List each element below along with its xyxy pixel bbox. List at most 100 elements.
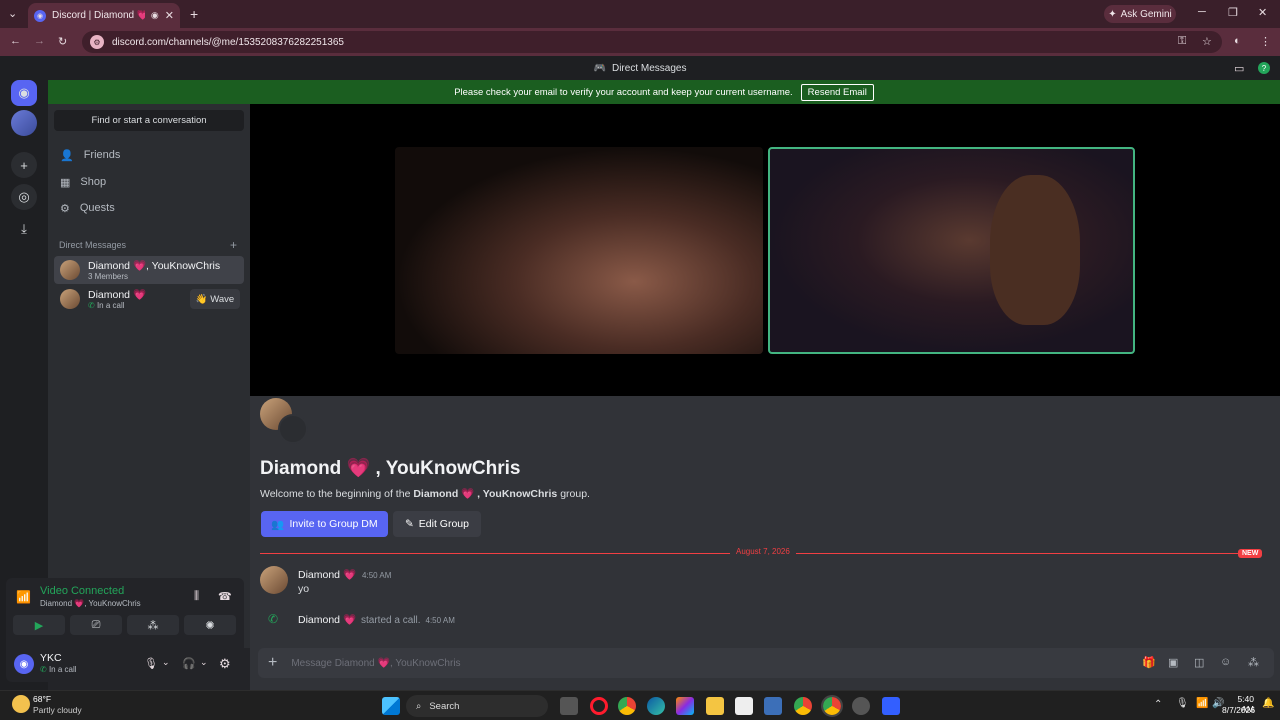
emoji-icon[interactable]: ☺	[1220, 656, 1231, 668]
noise-suppression-icon[interactable]: ⫼	[194, 590, 199, 603]
gif-icon[interactable]: ▣	[1168, 656, 1178, 669]
tab-search-chevron-icon[interactable]: ⌄	[8, 7, 17, 20]
video-tile-diamond[interactable]	[395, 147, 763, 354]
voice-channel[interactable]: Diamond 💗, YouKnowChris	[40, 599, 141, 608]
group-avatar	[60, 260, 80, 280]
microphone-icon[interactable]: 🎙	[144, 657, 158, 670]
gift-icon[interactable]: 🎁	[1142, 656, 1156, 669]
voice-status[interactable]: Video Connected	[40, 585, 124, 597]
message-header: Diamond 💗 4:50 AM	[298, 568, 391, 581]
address-bar[interactable]: ⚙ discord.com/channels/@me/1535208376282…	[82, 31, 1222, 53]
camera-button[interactable]: ▶	[13, 615, 65, 635]
weather-icon[interactable]	[12, 695, 30, 713]
password-key-icon[interactable]: ⚿	[1178, 35, 1186, 48]
dm-item-diamond[interactable]: Diamond 💗 ✆ In a call 👋 Wave	[54, 285, 244, 313]
minimize-icon[interactable]: ─	[1198, 6, 1206, 18]
disconnect-icon[interactable]: ☎	[218, 590, 232, 603]
verify-email-banner: Please check your email to verify your a…	[48, 80, 1280, 104]
notification-bell-icon[interactable]: 🔔	[1262, 698, 1274, 709]
screenshare-button[interactable]: ⎚	[70, 615, 122, 635]
copilot-icon[interactable]	[676, 697, 694, 715]
new-tab-icon[interactable]: +	[190, 6, 198, 22]
nav-shop[interactable]: ▦ Shop	[60, 171, 106, 193]
new-badge: NEW	[1238, 549, 1263, 558]
headphones-chevron-down-icon[interactable]: ⌄	[200, 657, 208, 668]
settings-gear-icon[interactable]: ⚙	[219, 656, 231, 672]
tab-title: Discord | Diamond 💗, YouKnowChris	[52, 10, 145, 21]
edit-group-button[interactable]: ✎ Edit Group	[393, 511, 481, 537]
camera-icon: ▶	[34, 619, 44, 632]
server-avatar[interactable]	[11, 110, 37, 136]
store-icon[interactable]	[735, 697, 753, 715]
soundboard-icon: ✺	[205, 619, 215, 632]
photos-icon[interactable]	[764, 697, 782, 715]
resend-email-button[interactable]: Resend Email	[800, 83, 874, 101]
browser-tab[interactable]: ◉ Discord | Diamond 💗, YouKnowChris ◉ ✕	[28, 3, 180, 28]
opera-icon[interactable]	[590, 697, 608, 715]
message-author[interactable]: Diamond 💗	[298, 568, 356, 581]
message-author-avatar[interactable]	[260, 566, 288, 594]
bookmark-star-icon[interactable]: ☆	[1202, 35, 1212, 48]
back-icon[interactable]: ←	[10, 35, 21, 47]
dm-header: Direct Messages	[59, 240, 127, 250]
maximize-icon[interactable]: ❐	[1228, 6, 1238, 19]
chrome-icon[interactable]	[618, 697, 636, 715]
roblox-icon[interactable]	[882, 697, 900, 715]
create-dm-plus-icon[interactable]: +	[230, 238, 237, 252]
mic-chevron-down-icon[interactable]: ⌄	[162, 657, 170, 668]
forward-icon[interactable]: →	[34, 35, 45, 47]
app-icon[interactable]	[852, 697, 870, 715]
wave-button[interactable]: 👋 Wave	[190, 289, 240, 309]
message-input[interactable]: + Message Diamond 💗, YouKnowChris 🎁 ▣ ◫ …	[258, 648, 1274, 678]
reload-icon[interactable]: ↻	[58, 35, 67, 48]
activities-button[interactable]: ⁂	[127, 615, 179, 635]
task-view-icon[interactable]	[560, 697, 578, 715]
user-avatar[interactable]: ◉	[14, 654, 34, 674]
edge-icon[interactable]	[647, 697, 665, 715]
tray-chevron-up-icon[interactable]: ⌃	[1154, 699, 1162, 710]
url-text: discord.com/channels/@me/153520837628225…	[112, 36, 344, 48]
home-discord-icon[interactable]: ◉	[11, 80, 37, 106]
invite-to-group-button[interactable]: 👥 Invite to Group DM	[261, 511, 388, 537]
weather-desc[interactable]: Partly cloudy	[33, 705, 82, 715]
extensions-icon[interactable]: ◐	[1234, 35, 1241, 47]
chrome-profile-icon[interactable]	[794, 697, 812, 715]
inbox-icon[interactable]: ▭	[1234, 62, 1244, 75]
download-icon[interactable]: ⤓	[11, 216, 37, 242]
dm-item-group[interactable]: Diamond 💗, YouKnowChris 3 Members	[54, 256, 244, 284]
participant-video-figure	[990, 175, 1080, 325]
message-text: yo	[298, 583, 310, 595]
add-server-icon[interactable]: +	[11, 152, 37, 178]
help-icon[interactable]: ?	[1258, 62, 1270, 74]
user-name[interactable]: YKC	[40, 652, 62, 664]
attach-plus-icon[interactable]: +	[268, 654, 277, 672]
browser-menu-icon[interactable]: ⋮	[1260, 35, 1271, 48]
windows-taskbar: 68°F Partly cloudy ⌕ Search ⌃ 🎙 📶 🔊 5:40 …	[0, 690, 1280, 720]
nav-friends[interactable]: 👤 Friends	[60, 144, 120, 166]
tray-mic-icon[interactable]: 🎙	[1176, 698, 1189, 709]
site-info-icon[interactable]: ⚙	[90, 35, 104, 49]
wifi-icon[interactable]: 📶	[1196, 698, 1208, 709]
add-person-icon: 👥	[271, 518, 285, 531]
nav-quests[interactable]: ⚙ Quests	[60, 197, 115, 219]
in-call-phone-icon: ✆	[88, 301, 97, 310]
soundboard-button[interactable]: ✺	[184, 615, 236, 635]
window-close-icon[interactable]: ✕	[1258, 6, 1267, 19]
find-conversation-input[interactable]: Find or start a conversation	[54, 110, 244, 131]
headphones-icon[interactable]: 🎧	[182, 657, 196, 670]
diamond-avatar	[60, 289, 80, 309]
in-call-phone-icon: ✆	[40, 665, 49, 674]
clock-date[interactable]: 8/7/2026	[1222, 705, 1255, 715]
weather-temp[interactable]: 68°F	[33, 694, 51, 704]
sticker-icon[interactable]: ◫	[1194, 656, 1204, 669]
windows-start-icon[interactable]	[382, 697, 400, 715]
friends-icon: 👤	[60, 149, 74, 162]
tab-close-icon[interactable]: ✕	[165, 9, 174, 22]
discover-compass-icon[interactable]: ◎	[11, 184, 37, 210]
file-explorer-icon[interactable]	[706, 697, 724, 715]
apps-icon[interactable]: ⁂	[1248, 656, 1259, 669]
chrome-active-icon[interactable]	[821, 695, 843, 717]
ask-gemini-button[interactable]: ✦ Ask Gemini	[1104, 5, 1176, 23]
taskbar-search[interactable]: ⌕ Search	[406, 695, 548, 717]
gemini-sparkle-icon: ✦	[1108, 8, 1117, 20]
